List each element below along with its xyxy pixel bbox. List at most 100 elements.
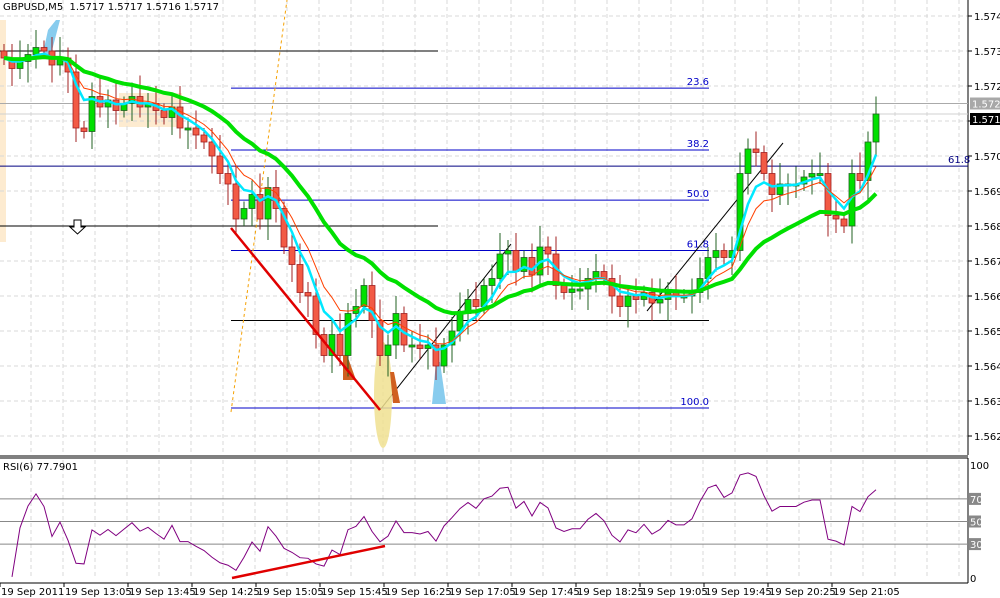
candle-body: [816, 173, 824, 176]
candle-body: [224, 173, 232, 185]
bull-candle: [792, 166, 800, 198]
rsi-scale-label: 50: [970, 518, 983, 529]
candle-body: [832, 215, 840, 220]
candle-body: [40, 47, 48, 52]
chart-canvas[interactable]: 1.57451.57351.57251.57151.57051.56951.56…: [0, 0, 1000, 598]
bull-candle: [584, 268, 592, 310]
bull-candle: [744, 138, 752, 195]
rsi-scale-label: 0: [970, 574, 976, 585]
bull-candle: [240, 201, 248, 226]
price-tick-label: 1.5675: [974, 257, 1000, 268]
bear-candle: [192, 110, 200, 149]
bull-candle: [264, 177, 272, 240]
candle-body: [488, 278, 496, 286]
bear-candle: [400, 306, 408, 352]
candle-body: [192, 127, 200, 136]
price-tick-label: 1.5735: [974, 47, 1000, 58]
candle-body: [544, 246, 552, 255]
time-tick-label: 19 Sep 21:05: [833, 587, 900, 598]
candle-body: [232, 183, 240, 220]
candle-body: [632, 295, 640, 300]
candle-body: [872, 113, 880, 143]
bull-candle: [88, 82, 96, 149]
rsi-line: [11, 472, 877, 577]
candle-body: [576, 288, 584, 292]
candle-body: [400, 313, 408, 346]
candle-body: [496, 253, 504, 279]
bear-candle: [304, 282, 312, 317]
price-tick-label: 1.5695: [974, 187, 1000, 198]
candle-body: [512, 250, 520, 272]
time-tick-label: 19 Sep 20:25: [769, 587, 836, 598]
candle-body: [248, 194, 256, 209]
horizontal-level-label: 61.8: [948, 155, 970, 166]
candle-body: [296, 264, 304, 293]
rsi-scale-label: 30: [970, 540, 983, 551]
candle-body: [808, 173, 816, 178]
candle-body: [752, 148, 760, 153]
price-tick-label: 1.5705: [974, 152, 1000, 163]
candle-body: [216, 155, 224, 174]
candle-body: [336, 334, 344, 356]
candle-body: [472, 299, 480, 307]
bear-candle: [608, 264, 616, 314]
candle-body: [720, 250, 728, 258]
candle-body: [624, 295, 632, 307]
candle-body: [80, 127, 88, 132]
rsi-title: RSI(6) 77.7901: [3, 462, 78, 473]
time-tick-label: 19 Sep 13:05: [65, 587, 132, 598]
candle-body: [88, 96, 96, 132]
candle-body: [744, 148, 752, 174]
candle-body: [304, 292, 312, 297]
fib-level-label: 38.2: [687, 139, 709, 150]
candle-body: [288, 246, 296, 265]
bull-candle: [712, 233, 720, 272]
fib-level-label: 23.6: [687, 77, 709, 88]
rsi-scale-label: 100: [970, 461, 989, 472]
bull-candle: [592, 254, 600, 293]
time-tick-label: 19 Sep 15:05: [257, 587, 324, 598]
bull-candle: [32, 30, 40, 69]
price-tick-label: 1.5725: [974, 82, 1000, 93]
bull-candle: [704, 247, 712, 300]
candle-body: [264, 187, 272, 220]
candle-body: [408, 344, 416, 348]
bear-candle: [616, 275, 624, 317]
candle-body: [616, 295, 624, 307]
trend-line: [379, 243, 512, 411]
candle-body: [360, 285, 368, 307]
time-tick-label: 19 Sep 17:45: [513, 587, 580, 598]
time-tick-label: 19 Sep 15:45: [321, 587, 388, 598]
price-tick-label: 1.5625: [974, 432, 1000, 443]
bear-candle: [752, 131, 760, 167]
chart-title: GBPUSD,M5 1.5717 1.5717 1.5716 1.5717: [3, 2, 220, 13]
bull-candle: [736, 152, 744, 261]
candle-body: [656, 299, 664, 304]
bear-candle: [512, 233, 520, 286]
signal-ellipse: [374, 342, 392, 448]
fib-level-label: 50.0: [687, 189, 709, 200]
candle-body: [560, 285, 568, 293]
time-tick-label: 19 Sep 17:05: [449, 587, 516, 598]
time-tick-label: 19 Sep 14:25: [193, 587, 260, 598]
bid-price-label: 1.5720: [972, 100, 1000, 111]
candle-body: [160, 110, 168, 118]
bear-candle: [96, 75, 104, 118]
candle-body: [384, 344, 392, 356]
candle-body: [760, 152, 768, 174]
bear-candle: [208, 128, 216, 174]
candle-body: [416, 344, 424, 349]
candle-body: [568, 288, 576, 293]
bull-candle: [536, 226, 544, 286]
bull-candle: [784, 173, 792, 205]
bull-candle: [776, 163, 784, 205]
bear-candle: [80, 121, 88, 139]
bear-candle: [824, 163, 832, 237]
bear-candle: [216, 135, 224, 184]
bear-candle: [368, 271, 376, 338]
candle-body: [856, 173, 864, 181]
bull-candle: [24, 44, 32, 83]
candle-body: [504, 250, 512, 255]
bear-candle: [544, 236, 552, 275]
candle-body: [184, 127, 192, 131]
